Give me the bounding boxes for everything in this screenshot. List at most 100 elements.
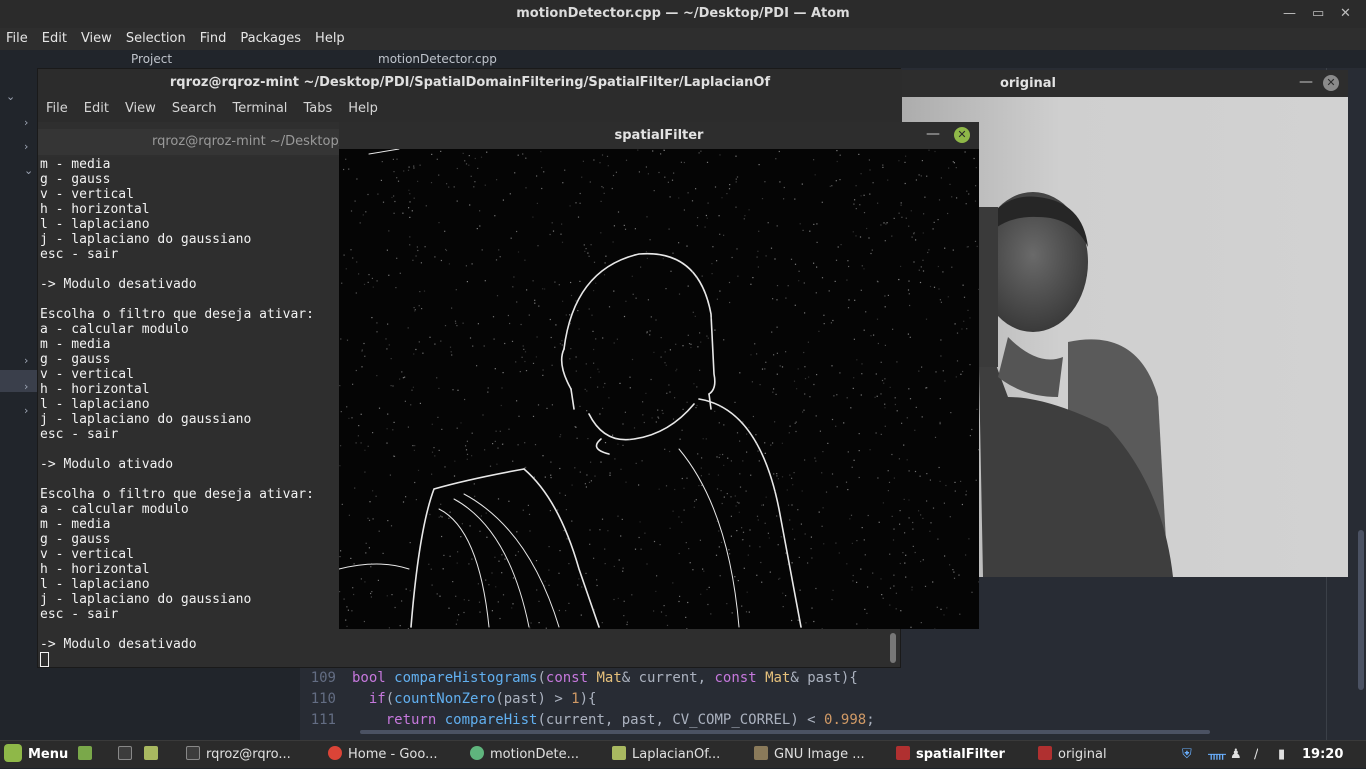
code-token: [352, 712, 386, 728]
tree-selected-row[interactable]: [0, 370, 40, 392]
atom-menu-packages[interactable]: Packages: [240, 28, 301, 50]
minimize-icon[interactable]: —: [1299, 74, 1313, 90]
terminal-scrollbar[interactable]: [890, 633, 896, 663]
taskbar-item-spatialfilter[interactable]: spatialFilter: [896, 741, 1026, 769]
terminal-line: esc - sair: [40, 247, 118, 262]
line-number: 111: [300, 710, 336, 731]
code-token: const: [546, 670, 597, 686]
chrome-icon: [328, 746, 342, 760]
atom-menu-view[interactable]: View: [81, 28, 112, 50]
terminal-menu-tabs[interactable]: Tabs: [303, 96, 332, 122]
taskbar-item-label: rqroz@rqro...: [206, 747, 291, 762]
code-token: return: [386, 712, 445, 728]
code-token: bool: [352, 670, 394, 686]
terminal-line: g - gauss: [40, 352, 110, 367]
terminal-menu-search[interactable]: Search: [172, 96, 217, 122]
atom-menu-find[interactable]: Find: [200, 28, 227, 50]
terminal-line: esc - sair: [40, 427, 118, 442]
terminal-menu-help[interactable]: Help: [348, 96, 378, 122]
spatialfilter-window: spatialFilter — ✕: [339, 122, 979, 629]
chevron-down-icon[interactable]: ⌄: [6, 90, 15, 103]
taskbar-item-label: motionDete...: [490, 747, 579, 762]
terminal-line: -> Modulo desativado: [40, 637, 197, 652]
code-line: 111 return compareHist(current, past, CV…: [300, 710, 1366, 731]
spatialfilter-window-title: spatialFilter: [615, 128, 704, 143]
atom-menu-edit[interactable]: Edit: [42, 28, 67, 50]
chevron-right-icon[interactable]: ›: [24, 380, 28, 393]
atom-icon: [470, 746, 484, 760]
shield-icon[interactable]: ⛨: [1182, 741, 1192, 769]
terminal-line: -> Modulo desativado: [40, 277, 197, 292]
chevron-right-icon[interactable]: ›: [24, 116, 28, 129]
line-number: 109: [300, 668, 336, 689]
code-token: compareHist: [445, 712, 538, 728]
taskbar-item-original[interactable]: original: [1038, 741, 1148, 769]
network-icon[interactable]: ∕: [1254, 741, 1258, 769]
atom-menu-file[interactable]: File: [6, 28, 28, 50]
terminal-line: Escolha o filtro que deseja ativar:: [40, 487, 314, 502]
user-icon[interactable]: ♟: [1230, 741, 1242, 769]
taskbar-item-atom[interactable]: motionDete...: [470, 741, 600, 769]
code-token: (: [537, 670, 545, 686]
terminal-cursor: [40, 652, 49, 667]
terminal-menu-terminal[interactable]: Terminal: [232, 96, 287, 122]
taskbar-item-gimp[interactable]: GNU Image ...: [754, 741, 884, 769]
tab-motiondetector[interactable]: motionDetector.cpp: [378, 52, 497, 66]
battery-icon[interactable]: ▮: [1278, 741, 1285, 769]
terminal-line: v - vertical: [40, 547, 134, 562]
terminal-window-title: rqroz@rqroz-mint ~/Desktop/PDI/SpatialDo…: [170, 75, 770, 90]
opencv-window-icon: [896, 746, 910, 760]
minimize-icon[interactable]: —: [926, 126, 940, 142]
taskbar-item-label: GNU Image ...: [774, 747, 865, 762]
chevron-down-icon[interactable]: ⌄: [24, 164, 33, 177]
terminal-menu-view[interactable]: View: [125, 96, 156, 122]
atom-menu-selection[interactable]: Selection: [126, 28, 186, 50]
close-icon[interactable]: ✕: [1323, 75, 1339, 91]
code-token: const: [714, 670, 765, 686]
line-number: 110: [300, 689, 336, 710]
chevron-right-icon[interactable]: ›: [24, 140, 28, 153]
code-token: (current, past, CV_COMP_CORREL) <: [537, 712, 824, 728]
code-token: if: [369, 691, 386, 707]
terminal-line: l - laplaciano: [40, 217, 150, 232]
terminal-menu-edit[interactable]: Edit: [84, 96, 109, 122]
terminal-titlebar: rqroz@rqroz-mint ~/Desktop/PDI/SpatialDo…: [38, 69, 902, 96]
terminal-line: h - horizontal: [40, 202, 150, 217]
gimp-icon: [754, 746, 768, 760]
taskbar-item-chrome[interactable]: Home - Goo...: [328, 741, 458, 769]
code-token: (: [386, 691, 394, 707]
atom-menu-help[interactable]: Help: [315, 28, 345, 50]
terminal-line: l - laplaciano: [40, 577, 150, 592]
code-token: ){: [580, 691, 597, 707]
code-token: ;: [866, 712, 874, 728]
start-menu-button[interactable]: Menu: [4, 741, 68, 769]
terminal-line: esc - sair: [40, 607, 118, 622]
chevron-right-icon[interactable]: ›: [24, 404, 28, 417]
terminal-line: l - laplaciano: [40, 397, 150, 412]
code-token: [352, 691, 369, 707]
show-desktop-icon[interactable]: [78, 741, 98, 769]
terminal-menubar: File Edit View Search Terminal Tabs Help: [38, 96, 902, 122]
launcher-files-icon[interactable]: [144, 741, 164, 769]
terminal-line: g - gauss: [40, 532, 110, 547]
atom-menubar: File Edit View Selection Find Packages H…: [0, 28, 1366, 50]
close-icon[interactable]: ✕: [1340, 0, 1351, 28]
taskbar-item-files[interactable]: LaplacianOf...: [612, 741, 742, 769]
launcher-terminal-icon[interactable]: [118, 741, 138, 769]
taskbar: Menu rqroz@rqro... Home - Goo... motionD…: [0, 740, 1366, 768]
editor-horizontal-scrollbar[interactable]: [360, 730, 1210, 734]
code-token: 0.998: [824, 712, 866, 728]
editor-vertical-scrollbar[interactable]: [1358, 530, 1364, 690]
close-icon[interactable]: ✕: [954, 127, 970, 143]
taskbar-item-terminal[interactable]: rqroz@rqro...: [186, 741, 316, 769]
terminal-menu-file[interactable]: File: [46, 96, 68, 122]
terminal-line: Escolha o filtro que deseja ativar:: [40, 307, 314, 322]
original-window-title: original: [1000, 76, 1056, 91]
tab-project[interactable]: Project: [131, 52, 172, 66]
bluetooth-icon[interactable]: ᚅ: [1208, 741, 1226, 769]
clock[interactable]: 19:20: [1302, 741, 1343, 769]
code-token: & past){: [790, 670, 857, 686]
maximize-icon[interactable]: ▭: [1312, 0, 1324, 28]
minimize-icon[interactable]: —: [1283, 0, 1296, 28]
chevron-right-icon[interactable]: ›: [24, 354, 28, 367]
